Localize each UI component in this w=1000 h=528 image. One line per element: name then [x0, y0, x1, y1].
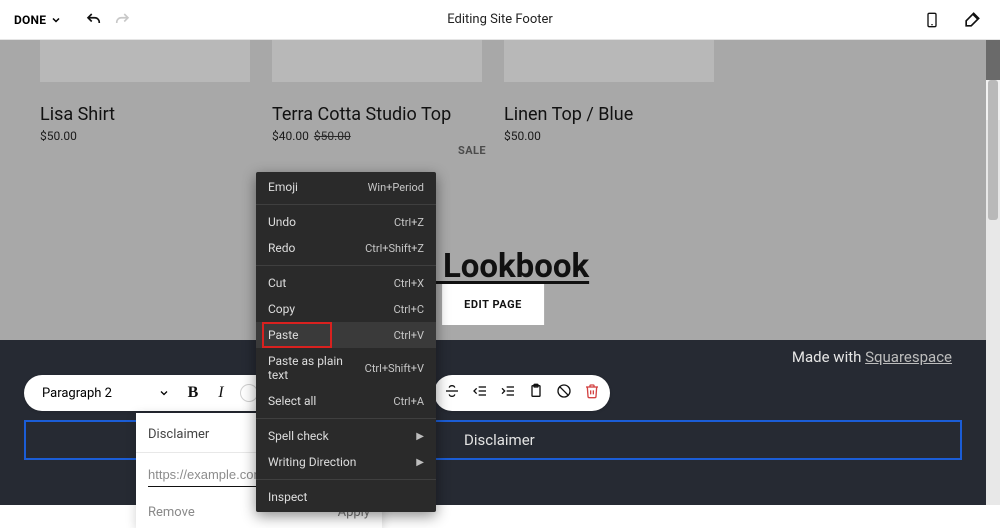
delete-button[interactable] — [584, 383, 600, 403]
product-image — [272, 40, 482, 82]
phone-icon — [924, 10, 940, 30]
product-card[interactable]: Terra Cotta Studio Top $40.00 $50.00 — [272, 40, 482, 143]
footer-text: Disclaimer — [464, 431, 535, 449]
credit-brand-link[interactable]: Squarespace — [865, 348, 952, 366]
paintbrush-icon — [962, 10, 982, 30]
ctx-undo[interactable]: UndoCtrl+Z — [256, 209, 436, 235]
clipboard-button[interactable] — [528, 383, 544, 403]
indent-icon — [500, 383, 516, 399]
edit-page-button[interactable]: EDIT PAGE — [442, 284, 544, 325]
ctx-select-all[interactable]: Select allCtrl+A — [256, 388, 436, 414]
bold-button[interactable]: B — [182, 382, 204, 404]
ctx-inspect[interactable]: Inspect — [256, 484, 436, 510]
strikethrough-button[interactable] — [444, 383, 460, 403]
product-name: Linen Top / Blue — [504, 104, 714, 125]
page-title: Editing Site Footer — [447, 12, 553, 27]
device-preview-button[interactable] — [918, 6, 946, 34]
text-toolbar-right — [434, 375, 610, 411]
chevron-down-icon — [50, 14, 62, 26]
chevron-right-icon: ▶ — [416, 457, 424, 468]
product-price: $50.00 — [40, 129, 250, 143]
scrollbar[interactable] — [986, 80, 1000, 505]
product-price: $50.00 — [504, 129, 714, 143]
outdent-icon — [472, 383, 488, 399]
scrollbar-thumb[interactable] — [988, 80, 998, 220]
credit-prefix: Made with — [792, 348, 865, 366]
ctx-redo[interactable]: RedoCtrl+Shift+Z — [256, 235, 436, 261]
ctx-copy[interactable]: CopyCtrl+C — [256, 296, 436, 322]
ctx-paste-plain[interactable]: Paste as plain textCtrl+Shift+V — [256, 348, 436, 388]
redo-button[interactable] — [108, 6, 136, 34]
indent-button[interactable] — [500, 383, 516, 403]
ctx-spell-check[interactable]: Spell check▶ — [256, 423, 436, 449]
product-name: Terra Cotta Studio Top — [272, 104, 482, 125]
sale-price: $40.00 — [272, 129, 309, 143]
product-name: Lisa Shirt — [40, 104, 250, 125]
editor-canvas: Lisa Shirt $50.00 Terra Cotta Studio Top… — [0, 40, 1000, 505]
top-bar: DONE Editing Site Footer — [0, 0, 1000, 40]
context-menu: EmojiWin+Period UndoCtrl+Z RedoCtrl+Shif… — [256, 172, 436, 512]
footer-credit: Made with Squarespace — [792, 348, 952, 366]
done-button[interactable]: DONE — [14, 13, 62, 27]
product-card[interactable]: Lisa Shirt $50.00 — [40, 40, 250, 143]
product-grid: Lisa Shirt $50.00 Terra Cotta Studio Top… — [0, 40, 986, 143]
no-icon — [556, 383, 572, 399]
paragraph-style-label: Paragraph 2 — [42, 386, 112, 401]
trash-icon — [584, 383, 600, 399]
product-image — [504, 40, 714, 82]
undo-icon — [85, 11, 103, 29]
redo-icon — [113, 11, 131, 29]
done-label: DONE — [14, 13, 46, 27]
chevron-down-icon — [158, 387, 170, 399]
chevron-right-icon: ▶ — [416, 431, 424, 442]
sale-badge: SALE — [458, 144, 486, 157]
top-right-controls — [918, 6, 986, 34]
canvas-light-region: Lisa Shirt $50.00 Terra Cotta Studio Top… — [0, 40, 986, 340]
product-image — [40, 40, 250, 82]
style-button[interactable] — [958, 6, 986, 34]
link-remove-button[interactable]: Remove — [148, 505, 195, 520]
undo-button[interactable] — [80, 6, 108, 34]
italic-button[interactable]: I — [210, 382, 232, 404]
clipboard-icon — [528, 383, 544, 399]
outdent-button[interactable] — [472, 383, 488, 403]
orig-price: $50.00 — [314, 129, 351, 143]
product-card[interactable]: Linen Top / Blue $50.00 — [504, 40, 714, 143]
paragraph-style-select[interactable]: Paragraph 2 — [36, 382, 176, 405]
clear-format-button[interactable] — [556, 383, 572, 403]
ctx-paste[interactable]: PasteCtrl+V — [256, 322, 436, 348]
ctx-writing-direction[interactable]: Writing Direction▶ — [256, 449, 436, 475]
ctx-emoji[interactable]: EmojiWin+Period — [256, 174, 436, 200]
product-price: $40.00 $50.00 — [272, 129, 482, 143]
strikethrough-icon — [444, 383, 460, 399]
ctx-cut[interactable]: CutCtrl+X — [256, 270, 436, 296]
